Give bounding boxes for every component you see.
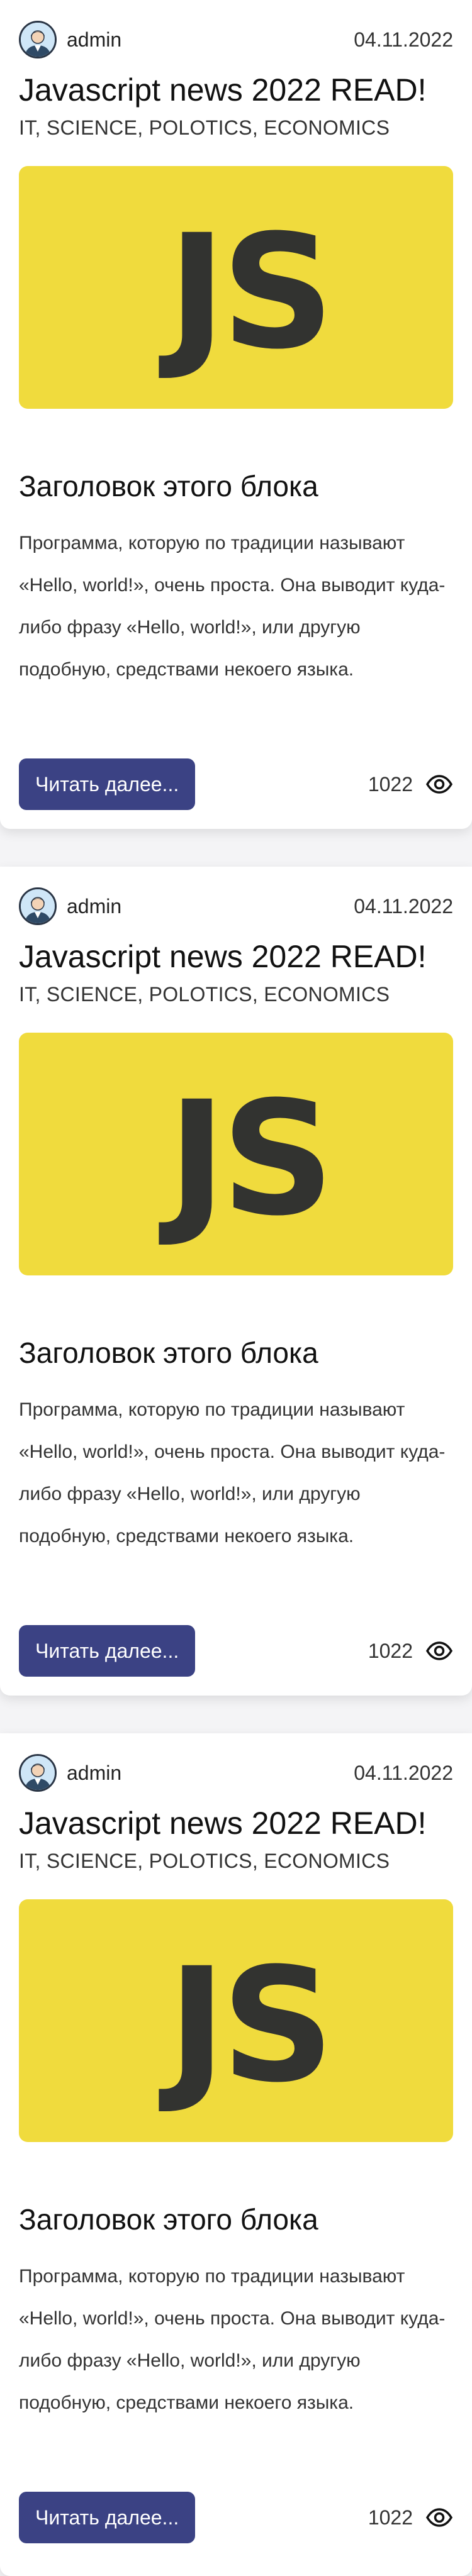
post-footer: Читать далее... 1022 — [19, 2492, 453, 2543]
post-excerpt: Программа, которую по традиции называют … — [19, 533, 446, 680]
post-footer: Читать далее... 1022 — [19, 758, 453, 810]
post-cover-image: JS — [19, 1899, 453, 2142]
eye-icon — [425, 2508, 453, 2527]
post-tags: IT, SCIENCE, POLOTICS, ECONOMICS — [19, 1850, 390, 1872]
views-count: 1022 — [368, 1639, 413, 1662]
post-cover-image: JS — [19, 166, 453, 409]
block-title: Заголовок этого блока — [19, 1336, 318, 1369]
post-meta: admin 04.11.2022 — [19, 20, 453, 59]
post-excerpt: Программа, которую по традиции называют … — [19, 1399, 446, 1546]
post-title[interactable]: Javascript news 2022 READ! — [19, 940, 453, 974]
post-author[interactable]: admin — [19, 1754, 121, 1792]
read-more-button[interactable]: Читать далее... — [19, 758, 196, 810]
post-footer: Читать далее... 1022 — [19, 1625, 453, 1677]
post-excerpt: Программа, которую по традиции называют … — [19, 2266, 446, 2413]
js-logo: JS — [167, 201, 334, 384]
author-name[interactable]: admin — [67, 895, 121, 918]
post-feed: admin 04.11.2022 Javascript news 2022 RE… — [0, 0, 472, 2576]
read-more-button[interactable]: Читать далее... — [19, 1625, 196, 1677]
post-author[interactable]: admin — [19, 887, 121, 925]
read-more-button[interactable]: Читать далее... — [19, 2492, 196, 2543]
views-counter: 1022 — [368, 773, 453, 796]
views-counter: 1022 — [368, 1640, 453, 1663]
post-tags: IT, SCIENCE, POLOTICS, ECONOMICS — [19, 983, 390, 1006]
post-card: admin 04.11.2022 Javascript news 2022 RE… — [0, 0, 472, 829]
block-title: Заголовок этого блока — [19, 2203, 318, 2236]
author-name[interactable]: admin — [67, 28, 121, 52]
post-cover-image: JS — [19, 1033, 453, 1275]
views-count: 1022 — [368, 2506, 413, 2529]
user-avatar-icon — [19, 887, 57, 925]
post-date: 04.11.2022 — [354, 1761, 453, 1784]
block-title: Заголовок этого блока — [19, 470, 318, 502]
js-logo: JS — [167, 1934, 334, 2117]
post-meta: admin 04.11.2022 — [19, 887, 453, 926]
author-name[interactable]: admin — [67, 1762, 121, 1785]
js-logo: JS — [167, 1067, 334, 1250]
post-tags: IT, SCIENCE, POLOTICS, ECONOMICS — [19, 116, 390, 139]
eye-icon — [425, 1641, 453, 1660]
post-date: 04.11.2022 — [354, 894, 453, 918]
user-avatar-icon — [19, 21, 57, 58]
views-count: 1022 — [368, 772, 413, 796]
post-card: admin 04.11.2022 Javascript news 2022 RE… — [0, 867, 472, 1696]
views-counter: 1022 — [368, 2506, 453, 2529]
post-card: admin 04.11.2022 Javascript news 2022 RE… — [0, 1733, 472, 2576]
post-author[interactable]: admin — [19, 21, 121, 58]
post-title[interactable]: Javascript news 2022 READ! — [19, 73, 453, 108]
eye-icon — [425, 775, 453, 794]
post-meta: admin 04.11.2022 — [19, 1753, 453, 1792]
post-title[interactable]: Javascript news 2022 READ! — [19, 1806, 453, 1841]
post-date: 04.11.2022 — [354, 28, 453, 51]
user-avatar-icon — [19, 1754, 57, 1792]
